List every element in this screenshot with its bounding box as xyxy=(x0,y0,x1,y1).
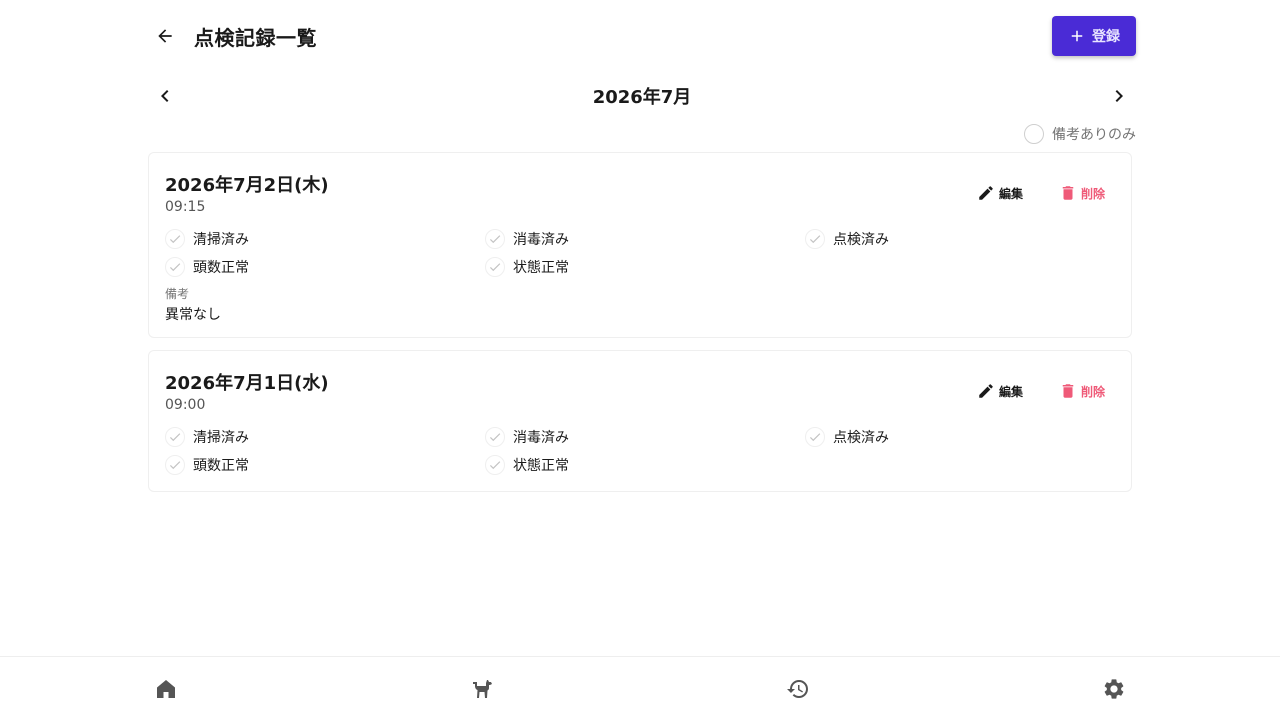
check-label: 頭数正常 xyxy=(193,260,249,276)
check-icon xyxy=(485,455,505,475)
check-icon xyxy=(805,229,825,249)
trash-icon xyxy=(1062,186,1074,200)
prev-month-button[interactable] xyxy=(148,79,182,113)
record-card: 2026年7月2日(木) 09:15 編集 削除 清掃済み 消毒済み 点検済み … xyxy=(148,152,1132,338)
notes-only-checkbox[interactable] xyxy=(1024,124,1044,144)
notes-only-filter[interactable]: 備考ありのみ xyxy=(1024,122,1136,146)
register-label: 登録 xyxy=(1092,29,1120,45)
record-note: 備考 異常なし xyxy=(165,285,221,324)
page-title: 点検記録一覧 xyxy=(194,25,317,50)
record-date: 2026年7月1日(水) xyxy=(165,373,329,394)
arrow-left-icon xyxy=(158,29,172,43)
back-button[interactable] xyxy=(148,19,182,53)
delete-button[interactable]: 削除 xyxy=(1049,375,1115,407)
check-item: 清掃済み xyxy=(165,229,485,249)
plus-icon xyxy=(1071,30,1083,42)
delete-label: 削除 xyxy=(1080,186,1105,201)
delete-button[interactable]: 削除 xyxy=(1049,177,1115,209)
record-date: 2026年7月2日(木) xyxy=(165,175,329,196)
edit-button[interactable]: 編集 xyxy=(967,177,1033,209)
note-label: 備考 xyxy=(165,287,190,301)
check-icon xyxy=(165,455,185,475)
check-item: 消毒済み xyxy=(485,427,805,447)
check-label: 状態正常 xyxy=(513,260,569,276)
next-month-button[interactable] xyxy=(1102,79,1136,113)
page: 点検記録一覧 登録 2026年7月 備考ありのみ 2026年7月2日(木) 09… xyxy=(0,0,1280,720)
chevron-left-icon xyxy=(161,90,169,102)
record-card: 2026年7月1日(水) 09:00 編集 削除 清掃済み 消毒済み 点検済み … xyxy=(148,350,1132,492)
check-label: 状態正常 xyxy=(513,458,569,474)
check-label: 頭数正常 xyxy=(193,458,249,474)
edit-label: 編集 xyxy=(998,384,1023,399)
month-navigation: 2026年7月 xyxy=(148,78,1136,114)
check-label: 清掃済み xyxy=(193,430,249,446)
edit-button[interactable]: 編集 xyxy=(967,375,1033,407)
check-list: 清掃済み 消毒済み 点検済み 頭数正常 状態正常 xyxy=(165,427,1125,475)
check-item: 状態正常 xyxy=(485,257,805,277)
check-label: 点検済み xyxy=(833,232,889,248)
check-item: 頭数正常 xyxy=(165,257,485,277)
header: 点検記録一覧 登録 xyxy=(148,16,1136,56)
note-text: 異常なし xyxy=(165,307,221,323)
check-item: 点検済み xyxy=(805,229,1125,249)
chevron-right-icon xyxy=(1115,90,1123,102)
trash-icon xyxy=(1062,384,1074,398)
record-time: 09:15 xyxy=(165,199,206,215)
notes-only-label: 備考ありのみ xyxy=(1052,127,1136,143)
delete-label: 削除 xyxy=(1080,384,1105,399)
check-item: 点検済み xyxy=(805,427,1125,447)
check-label: 点検済み xyxy=(833,430,889,446)
check-label: 清掃済み xyxy=(193,232,249,248)
check-icon xyxy=(485,427,505,447)
pencil-icon xyxy=(979,384,993,398)
month-label: 2026年7月 xyxy=(592,87,692,108)
edit-label: 編集 xyxy=(998,186,1023,201)
record-actions: 編集 削除 xyxy=(967,177,1115,209)
check-icon xyxy=(165,257,185,277)
bottom-navigation xyxy=(0,656,1280,720)
check-label: 消毒済み xyxy=(513,430,569,446)
check-item: 清掃済み xyxy=(165,427,485,447)
check-icon xyxy=(805,427,825,447)
check-icon xyxy=(165,427,185,447)
dog-icon[interactable] xyxy=(470,677,494,701)
check-list: 清掃済み 消毒済み 点検済み 頭数正常 状態正常 xyxy=(165,229,1125,277)
check-icon xyxy=(485,229,505,249)
pencil-icon xyxy=(979,186,993,200)
settings-icon[interactable] xyxy=(1102,677,1126,701)
check-item: 消毒済み xyxy=(485,229,805,249)
check-label: 消毒済み xyxy=(513,232,569,248)
record-actions: 編集 削除 xyxy=(967,375,1115,407)
record-time: 09:00 xyxy=(165,397,206,413)
check-icon xyxy=(485,257,505,277)
check-icon xyxy=(165,229,185,249)
register-button[interactable]: 登録 xyxy=(1052,16,1136,56)
history-icon[interactable] xyxy=(786,677,810,701)
home-icon[interactable] xyxy=(154,677,178,701)
check-item: 頭数正常 xyxy=(165,455,485,475)
check-item: 状態正常 xyxy=(485,455,805,475)
